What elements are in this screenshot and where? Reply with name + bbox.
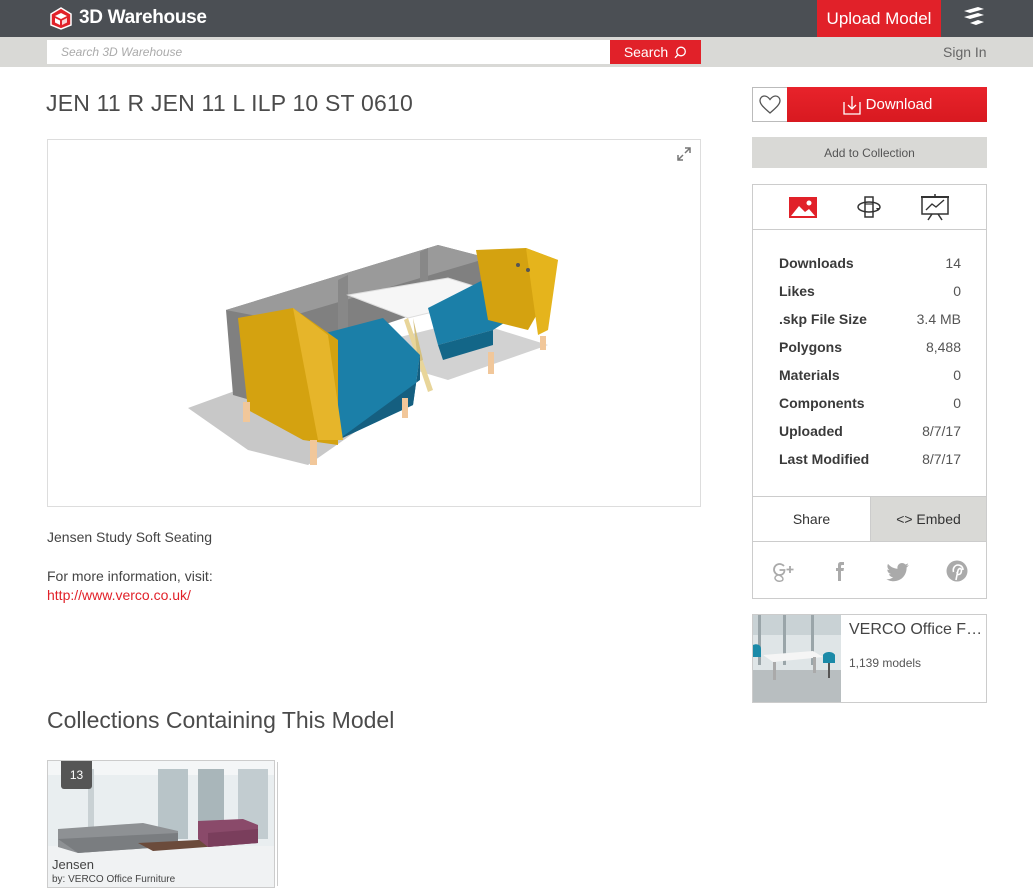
model-description: Jensen Study Soft Seating bbox=[47, 529, 212, 545]
search-button-label: Search bbox=[623, 44, 669, 60]
collections-heading: Collections Containing This Model bbox=[47, 707, 395, 733]
collection-author: by: VERCO Office Furniture bbox=[52, 874, 176, 885]
stat-value: 8/7/17 bbox=[922, 451, 961, 467]
twitter-icon[interactable] bbox=[886, 558, 912, 584]
download-label: Download bbox=[865, 96, 933, 113]
stat-label: Materials bbox=[779, 367, 840, 383]
author-thumbnail bbox=[753, 615, 841, 702]
presentation-icon[interactable] bbox=[919, 192, 951, 222]
tab-embed[interactable]: <> Embed bbox=[870, 497, 986, 541]
model-details-panel: Downloads 14 Likes 0 .skp File Size 3.4 MB … bbox=[752, 184, 987, 599]
logo-text: 3D Warehouse bbox=[79, 7, 207, 28]
stat-label: Polygons bbox=[779, 339, 843, 355]
stat-value: 0 bbox=[953, 395, 961, 411]
stat-label: .skp File Size bbox=[779, 311, 867, 327]
search-button[interactable]: Search bbox=[610, 40, 701, 64]
author-name: VERCO Office Fu... bbox=[849, 621, 983, 638]
stat-row-polygons: Polygons 8,488 bbox=[779, 339, 961, 367]
details-tab-bar bbox=[753, 185, 986, 230]
stat-value: 0 bbox=[953, 283, 961, 299]
stat-value: 0 bbox=[953, 367, 961, 383]
warehouse-logo-icon bbox=[50, 7, 72, 30]
stat-row-uploaded: Uploaded 8/7/17 bbox=[779, 423, 961, 451]
3d-rotate-icon[interactable] bbox=[853, 192, 885, 222]
sign-in-link[interactable]: Sign In bbox=[943, 44, 987, 60]
author-model-count: 1,139 models bbox=[849, 656, 922, 670]
tab-share[interactable]: Share bbox=[753, 497, 870, 541]
stat-row-file-size: .skp File Size 3.4 MB bbox=[779, 311, 961, 339]
search-icon bbox=[674, 46, 687, 58]
stat-row-components: Components 0 bbox=[779, 395, 961, 423]
stat-value: 14 bbox=[945, 255, 961, 271]
social-share-bar bbox=[753, 541, 986, 600]
add-to-collection-button[interactable]: Add to Collection bbox=[752, 137, 987, 168]
model-website-link[interactable]: http://www.verco.co.uk/ bbox=[47, 587, 191, 603]
google-plus-icon[interactable] bbox=[770, 558, 796, 584]
image-icon[interactable] bbox=[787, 192, 819, 222]
stat-value: 8/7/17 bbox=[922, 423, 961, 439]
menu-icon[interactable] bbox=[960, 3, 988, 31]
stat-label: Downloads bbox=[779, 255, 854, 271]
stat-value: 8,488 bbox=[925, 339, 961, 355]
model-viewer[interactable] bbox=[47, 139, 701, 507]
search-input[interactable] bbox=[47, 40, 610, 64]
stat-row-last-modified: Last Modified 8/7/17 bbox=[779, 451, 961, 479]
author-card[interactable]: VERCO Office Fu... 1,139 models bbox=[752, 614, 987, 703]
stat-label: Last Modified bbox=[779, 451, 870, 467]
collection-name: Jensen bbox=[52, 857, 94, 872]
expand-icon[interactable] bbox=[676, 146, 692, 162]
heart-icon bbox=[759, 94, 781, 114]
collection-card[interactable]: 13 Jensen by: VERCO Office Furniture bbox=[47, 760, 275, 888]
download-icon bbox=[842, 95, 861, 115]
upload-model-button[interactable]: Upload Model bbox=[817, 0, 941, 37]
pinterest-icon[interactable] bbox=[944, 558, 970, 584]
stat-row-downloads: Downloads 14 bbox=[779, 255, 961, 283]
model-preview-image bbox=[188, 245, 558, 465]
stat-label: Components bbox=[779, 395, 865, 411]
stat-row-likes: Likes 0 bbox=[779, 283, 961, 311]
stat-value: 3.4 MB bbox=[916, 311, 961, 327]
more-info-label: For more information, visit: bbox=[47, 568, 213, 584]
facebook-icon[interactable] bbox=[828, 558, 854, 584]
stats-list: Downloads 14 Likes 0 .skp File Size 3.4 MB … bbox=[779, 255, 961, 479]
page-title: JEN 11 R JEN 11 L ILP 10 ST 0610 bbox=[46, 90, 413, 116]
download-button[interactable]: Download bbox=[787, 87, 987, 122]
share-tab-bar: Share <> Embed bbox=[753, 496, 986, 541]
stat-label: Uploaded bbox=[779, 423, 843, 439]
stat-row-materials: Materials 0 bbox=[779, 367, 961, 395]
logo[interactable]: 3D Warehouse bbox=[48, 4, 207, 32]
like-button[interactable] bbox=[752, 87, 788, 122]
stat-label: Likes bbox=[779, 283, 815, 299]
collection-count-badge: 13 bbox=[61, 761, 92, 789]
